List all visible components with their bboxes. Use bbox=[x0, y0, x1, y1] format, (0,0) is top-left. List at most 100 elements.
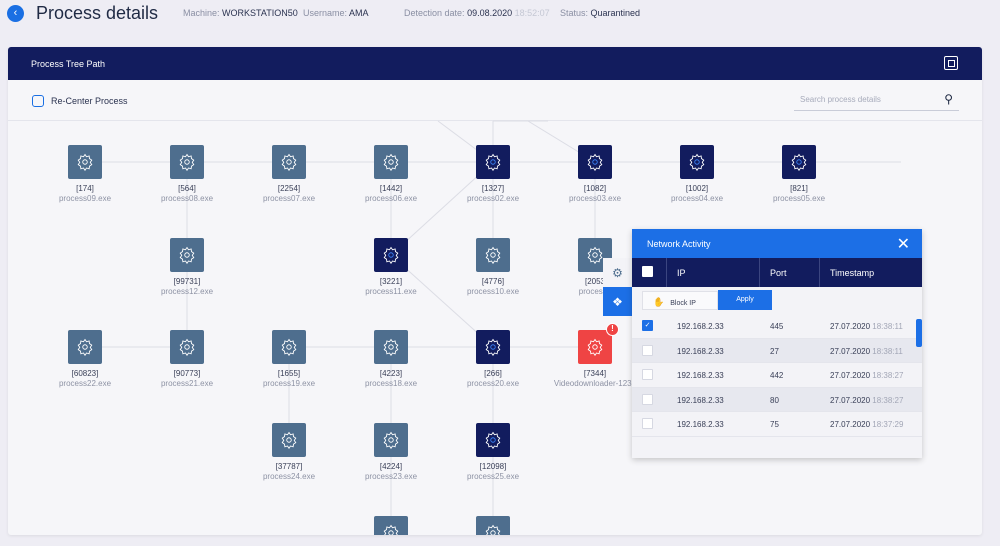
process-node[interactable]: [3221] process11.exe bbox=[341, 238, 441, 296]
process-gear-icon bbox=[68, 145, 102, 179]
process-node[interactable]: [564] process08.exe bbox=[137, 145, 237, 203]
process-gear-icon: ! bbox=[578, 323, 619, 364]
hand-icon: ✋ bbox=[653, 297, 665, 307]
process-id: [821] bbox=[790, 184, 808, 193]
column-timestamp[interactable]: Timestamp bbox=[820, 258, 922, 287]
process-node[interactable]: [4224] process23.exe bbox=[341, 423, 441, 481]
process-id: [266] bbox=[484, 369, 502, 378]
column-ip[interactable]: IP bbox=[667, 258, 760, 287]
process-node[interactable] bbox=[443, 516, 543, 535]
process-node[interactable]: [821] process05.exe bbox=[749, 145, 849, 203]
column-port[interactable]: Port bbox=[760, 258, 820, 287]
row-checkbox[interactable] bbox=[642, 344, 653, 356]
date: 27.07.2020 bbox=[830, 346, 871, 356]
table-row[interactable]: 192.168.2.33 442 27.07.2020 18:38:27 bbox=[632, 363, 922, 388]
network-tab-icon[interactable]: ❖ bbox=[603, 287, 632, 316]
process-node[interactable]: [2254] process07.exe bbox=[239, 145, 339, 203]
process-name: process23.exe bbox=[364, 472, 418, 481]
row-checkbox[interactable] bbox=[642, 393, 653, 405]
process-node[interactable]: [1655] process19.exe bbox=[239, 330, 339, 388]
detection-date-info: Detection date: 09.08.2020 18:52:07 bbox=[404, 8, 550, 18]
process-gear-icon bbox=[374, 330, 408, 364]
process-name: process19.exe bbox=[262, 379, 316, 388]
process-name: Videodownloader-1231 bbox=[553, 379, 637, 388]
date: 27.07.2020 bbox=[830, 371, 871, 380]
timestamp-cell: 27.07.2020 18:38:11 bbox=[820, 339, 922, 363]
process-gear-icon bbox=[272, 330, 306, 364]
port-cell: 27 bbox=[770, 346, 779, 356]
process-name: process18.exe bbox=[364, 379, 418, 388]
table-toolbar: ✋ Block IP Apply bbox=[632, 287, 922, 314]
process-id: [99731] bbox=[173, 277, 201, 286]
process-id: [1442] bbox=[379, 184, 403, 193]
port-cell: 445 bbox=[770, 322, 784, 331]
process-gear-icon bbox=[170, 145, 204, 179]
process-node[interactable]: [266] process20.exe bbox=[443, 330, 543, 388]
process-gear-icon bbox=[476, 238, 510, 272]
process-name: process05.exe bbox=[772, 194, 826, 203]
apply-button[interactable]: Apply bbox=[718, 290, 772, 310]
time: 18:38:27 bbox=[872, 371, 904, 380]
process-id: [12098] bbox=[479, 462, 507, 471]
panel-header: Network Activity ✕ bbox=[632, 229, 922, 258]
process-node[interactable]: [1082] process03.exe bbox=[545, 145, 645, 203]
process-id: [4224] bbox=[379, 462, 403, 471]
process-gear-icon bbox=[476, 516, 510, 535]
process-gear-icon bbox=[476, 423, 510, 457]
block-ip-button[interactable]: ✋ Block IP bbox=[642, 291, 718, 310]
process-node[interactable]: [4776] process10.exe bbox=[443, 238, 543, 296]
process-name: process04.exe bbox=[670, 194, 724, 203]
process-name: process24.exe bbox=[262, 472, 316, 481]
row-checkbox[interactable] bbox=[642, 369, 653, 380]
timestamp-cell: 27.07.2020 18:37:29 bbox=[820, 412, 922, 436]
date: 27.07.2020 bbox=[830, 322, 871, 331]
time: 18:38:11 bbox=[872, 322, 903, 331]
time: 18:37:29 bbox=[872, 420, 904, 429]
machine-info: Machine: WORKSTATION50 bbox=[183, 8, 298, 18]
process-node[interactable]: [174] process09.exe bbox=[35, 145, 135, 203]
back-button[interactable]: ‹ bbox=[7, 5, 24, 22]
process-node[interactable]: [1002] process04.exe bbox=[647, 145, 747, 203]
process-node[interactable]: [1442] process06.exe bbox=[341, 145, 441, 203]
top-bar: ‹ Process details Machine: WORKSTATION50… bbox=[0, 0, 1000, 28]
port-cell: 75 bbox=[770, 420, 779, 429]
process-node[interactable]: [12098] process25.exe bbox=[443, 423, 543, 481]
close-icon[interactable]: ✕ bbox=[897, 234, 910, 254]
ip-cell: 192.168.2.33 bbox=[677, 371, 724, 380]
process-gear-icon bbox=[170, 330, 204, 364]
process-id: [174] bbox=[76, 184, 94, 193]
select-all-checkbox[interactable] bbox=[642, 266, 653, 277]
process-gear-icon bbox=[476, 330, 510, 364]
table-row[interactable]: 192.168.2.33 75 27.07.2020 18:37:29 bbox=[632, 412, 922, 437]
process-name: process07.exe bbox=[262, 194, 316, 203]
process-node[interactable]: [1327] process02.exe bbox=[443, 145, 543, 203]
port-cell: 80 bbox=[770, 395, 779, 405]
process-node[interactable]: [90773] process21.exe bbox=[137, 330, 237, 388]
process-node[interactable]: ! [7344] Videodownloader-1231 bbox=[545, 323, 645, 388]
process-id: [3221] bbox=[379, 277, 403, 286]
process-id: [7344] bbox=[583, 369, 607, 378]
process-name: process02.exe bbox=[466, 194, 520, 203]
table-row[interactable]: ✓ 192.168.2.33 445 27.07.2020 18:38:11 bbox=[632, 314, 922, 339]
port-cell: 442 bbox=[770, 371, 784, 380]
time: 18:38:11 bbox=[872, 346, 903, 356]
table-row[interactable]: 192.168.2.33 27 27.07.2020 18:38:11 bbox=[632, 338, 922, 363]
page-title: Process details bbox=[36, 3, 159, 23]
process-node[interactable]: [99731] process12.exe bbox=[137, 238, 237, 296]
row-checkbox[interactable] bbox=[642, 418, 653, 429]
settings-tab-icon[interactable]: ⚙ bbox=[603, 258, 632, 287]
process-name: process12.exe bbox=[160, 287, 214, 296]
process-node[interactable]: [60823] process22.exe bbox=[35, 330, 135, 388]
scrollbar[interactable] bbox=[916, 319, 922, 347]
process-name: process10.exe bbox=[466, 287, 520, 296]
process-node[interactable]: [37787] process24.exe bbox=[239, 423, 339, 481]
process-node[interactable] bbox=[341, 516, 441, 535]
row-checkbox[interactable]: ✓ bbox=[642, 320, 653, 331]
process-id: [1002] bbox=[685, 184, 709, 193]
process-node[interactable]: [4223] process18.exe bbox=[341, 330, 441, 388]
table-row[interactable]: 192.168.2.33 80 27.07.2020 18:38:27 bbox=[632, 387, 922, 412]
time: 18:38:27 bbox=[872, 395, 904, 405]
process-gear-icon bbox=[272, 423, 306, 457]
process-id: [37787] bbox=[275, 462, 303, 471]
process-gear-icon bbox=[170, 238, 204, 272]
